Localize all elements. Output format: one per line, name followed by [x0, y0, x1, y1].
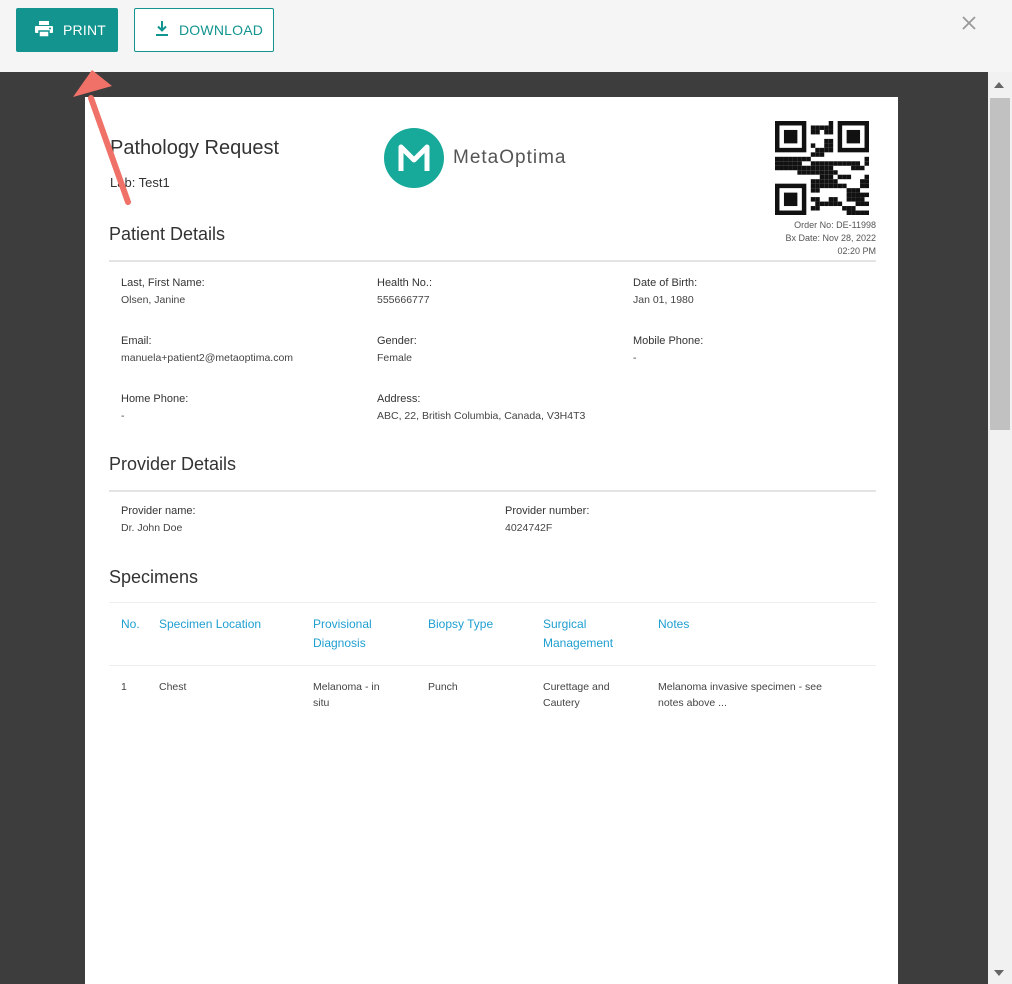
divider [109, 260, 876, 262]
gender-field: Gender: Female [377, 335, 417, 364]
scroll-up-arrow-icon[interactable] [994, 82, 1004, 88]
table-header-border [109, 665, 876, 666]
dialog-toolbar: PRINT DOWNLOAD [0, 0, 1012, 72]
col-header-specimen-location: Specimen Location [159, 617, 262, 631]
cell-notes: Melanoma invasive specimen - see notes a… [658, 681, 822, 709]
col-header-notes: Notes [658, 617, 690, 631]
specimens-heading: Specimens [109, 567, 199, 587]
col-header-provisional-diagnosis: Provisional Diagnosis [313, 617, 372, 650]
order-number: Order No: DE-11998 [794, 220, 876, 230]
download-icon [155, 20, 169, 40]
col-header-biopsy-type: Biopsy Type [428, 617, 494, 631]
logo-m-icon [384, 128, 444, 188]
address-field: Address: ABC, 22, British Columbia, Canad… [377, 393, 586, 422]
biopsy-date: Bx Date: Nov 28, 2022 [785, 233, 876, 243]
cell-no: 1 [121, 681, 127, 693]
health-number-field: Health No.: 555666777 [377, 277, 433, 306]
divider [109, 490, 876, 492]
cell-biopsy-type: Punch [428, 681, 458, 693]
mobile-phone-field: Mobile Phone: - [633, 335, 704, 364]
metaoptima-logo: MetaOptima [383, 127, 566, 189]
cell-provisional-diagnosis: Melanoma - in situ [313, 681, 380, 709]
download-button-label: DOWNLOAD [179, 22, 264, 38]
cell-surgical-management: Curettage and Cautery [543, 681, 610, 709]
order-info: Order No: DE-11998 Bx Date: Nov 28, 2022… [785, 219, 876, 258]
col-header-no: No. [121, 617, 140, 631]
qr-code-icon [775, 121, 869, 215]
close-icon[interactable] [958, 12, 980, 34]
patient-name-field: Last, First Name: Olsen, Janine [121, 277, 205, 306]
provider-name-field: Provider name: Dr. John Doe [121, 505, 196, 534]
home-phone-field: Home Phone: - [121, 393, 189, 422]
date-of-birth-field: Date of Birth: Jan 01, 1980 [633, 277, 698, 306]
download-button[interactable]: DOWNLOAD [134, 8, 274, 52]
logo-text: MetaOptima [453, 147, 567, 168]
print-button[interactable]: PRINT [16, 8, 118, 52]
annotation-arrow-icon [73, 70, 131, 205]
table-top-border [109, 602, 876, 603]
provider-details-heading: Provider Details [109, 454, 237, 474]
email-field: Email: manuela+patient2@metaoptima.com [121, 335, 294, 364]
patient-details-heading: Patient Details [109, 224, 226, 244]
print-button-label: PRINT [63, 22, 106, 38]
printer-icon [35, 20, 53, 40]
biopsy-time: 02:20 PM [837, 246, 876, 256]
scroll-down-arrow-icon[interactable] [994, 970, 1004, 976]
vertical-scrollbar[interactable] [988, 72, 1012, 984]
document-page: Pathology Request Lab: Test1 MetaOptima … [85, 97, 898, 984]
cell-specimen-location: Chest [159, 681, 187, 693]
scroll-thumb[interactable] [990, 98, 1010, 430]
col-header-surgical-management: Surgical Management [543, 617, 614, 650]
provider-number-field: Provider number: 4024742F [505, 505, 590, 534]
